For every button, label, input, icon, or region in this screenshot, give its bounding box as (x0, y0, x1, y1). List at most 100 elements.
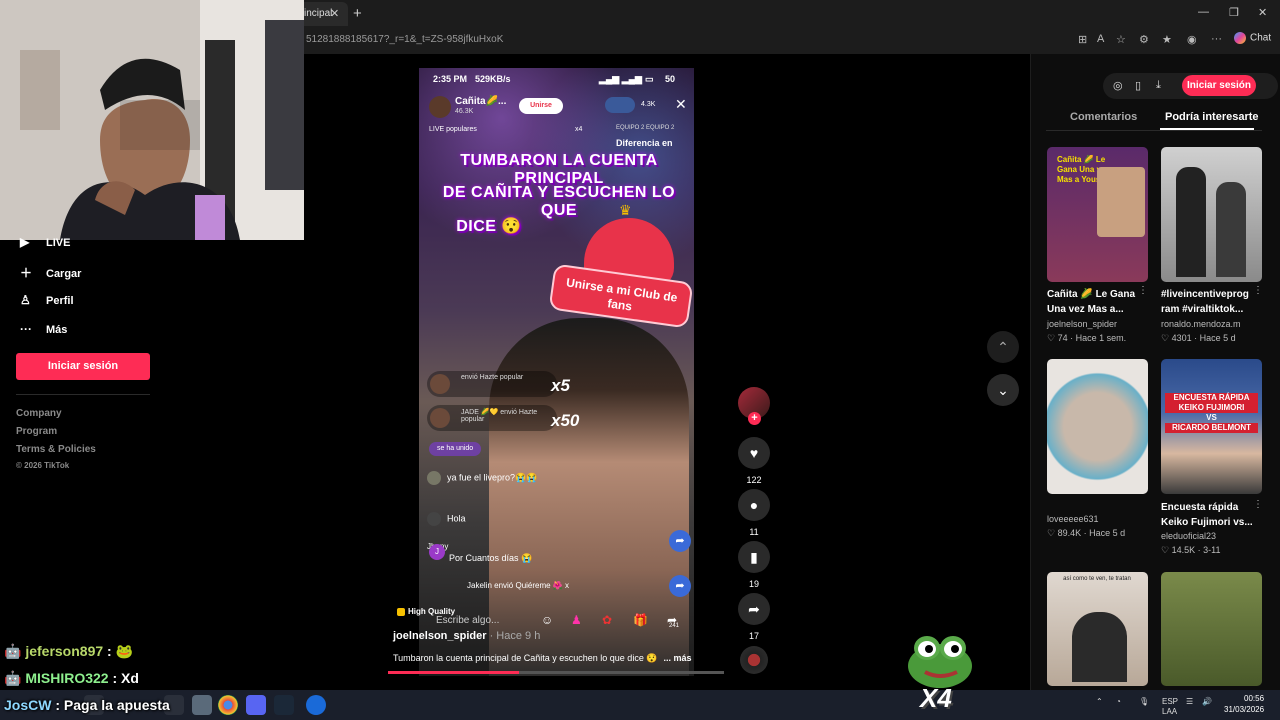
rec-stats: ♡ 4301 · Hace 5 d (1161, 333, 1236, 343)
lang-code: ESP (1162, 697, 1179, 706)
close-window-icon[interactable]: ✕ (1258, 6, 1267, 19)
rec-thumbnail[interactable]: así como te ven, te tratan (1047, 572, 1148, 686)
discord-icon[interactable] (246, 695, 266, 715)
rec-thumbnail[interactable] (1047, 359, 1148, 494)
pepe-emote-icon: 🐸 (115, 643, 134, 659)
join-button[interactable]: Unirse (519, 98, 563, 114)
overlay-title-line-3: DICE 😯 (456, 218, 522, 235)
menu-ellipsis-icon[interactable]: ··· (1211, 33, 1222, 45)
embed-icon[interactable]: ◎ (1113, 79, 1123, 92)
rec-thumbnail[interactable]: ENCUESTA RÁPIDA KEIKO FUJIMORI VS RICARD… (1161, 359, 1262, 494)
rec-author[interactable]: eleduoficial23 (1161, 531, 1216, 541)
copyright-text: © 2026 TikTok (16, 461, 70, 470)
tab-recommended[interactable]: Podría interesarte (1165, 111, 1259, 123)
language-indicator[interactable]: ESP LAA (1162, 697, 1178, 717)
volume-icon[interactable]: 🔊 (1202, 697, 1212, 706)
more-options-icon[interactable]: ⋮ (1253, 499, 1263, 510)
bookmark-icon: ▮ (738, 541, 770, 573)
sidebar-item-perfil[interactable]: ♙ Perfil (20, 293, 74, 307)
taskbar-app-icon[interactable] (192, 695, 212, 715)
chrome-icon[interactable] (218, 695, 238, 715)
stream-chat-line: 🤖 jeferson897 : 🐸 (4, 643, 134, 659)
thumb-text: así como te ven, te tratan (1063, 576, 1131, 582)
person-icon: ♙ (20, 293, 31, 307)
clock[interactable]: 00:56 31/03/2026 (1224, 693, 1264, 715)
footer-program-link[interactable]: Program (16, 426, 57, 437)
chat-text: Por Cuantos días 😭 (449, 553, 533, 563)
rec-author[interactable]: loveeeee631 (1047, 514, 1099, 524)
thumb-figure (1072, 612, 1127, 682)
thumb-figure (1176, 167, 1206, 277)
rec-thumbnail[interactable] (1161, 572, 1262, 686)
chat-message: ya fue el livepro?😭😭 (427, 471, 537, 485)
rec-author[interactable]: joelnelson_spider (1047, 319, 1117, 329)
author-name[interactable]: joelnelson_spider (393, 630, 487, 642)
rose-icon[interactable]: ✿ (602, 613, 612, 627)
chat-badge-icon: 🤖 (4, 643, 26, 659)
close-live-icon[interactable]: ✕ (675, 96, 687, 113)
sidebar-item-live[interactable]: ▶ LIVE (20, 235, 70, 249)
share-arrow-icon[interactable]: ➦ (669, 575, 691, 597)
share-button[interactable]: ➦ 17 (738, 593, 770, 641)
rec-title[interactable]: Encuesta rápida Keiko Fujimori vs... (1161, 500, 1255, 530)
next-video-arrow-icon[interactable]: ⌄ (987, 374, 1019, 406)
translate-icon[interactable]: A (1097, 33, 1104, 45)
live-popular-label: LIVE populares (429, 126, 477, 133)
music-disc-icon[interactable] (740, 646, 768, 674)
rec-thumbnail[interactable] (1161, 147, 1262, 282)
footer-company-link[interactable]: Company (16, 408, 62, 419)
comment-button[interactable]: ● 11 (738, 489, 770, 537)
steam-icon[interactable] (274, 695, 294, 715)
new-tab-icon[interactable]: + (353, 5, 362, 22)
copilot-chat-button[interactable]: Chat (1234, 32, 1271, 44)
tray-chevron-icon[interactable]: ⌃ (1096, 697, 1103, 706)
share-arrow-icon[interactable]: ➦ (669, 530, 691, 552)
minimize-icon[interactable]: — (1198, 6, 1209, 18)
more-link[interactable]: ... más (664, 653, 692, 663)
login-button[interactable]: Iniciar sesión (16, 353, 150, 380)
footer-terms-link[interactable]: Terms & Policies (16, 444, 96, 455)
url-field[interactable]: 51281888185617?_r=1&_t=ZS-958jfkuHxoK (306, 34, 503, 45)
download-icon[interactable]: ⤓ (1156, 79, 1161, 92)
favorite-star-icon[interactable]: ☆ (1116, 33, 1126, 46)
pepe-emote-icon (908, 636, 972, 688)
close-tab-icon[interactable]: ✕ (330, 7, 339, 20)
edge-icon[interactable] (306, 695, 326, 715)
sidebar-item-mas[interactable]: ··· Más (20, 322, 67, 336)
restore-icon[interactable]: ❐ (1229, 6, 1239, 19)
rec-author[interactable]: ronaldo.mendoza.m (1161, 319, 1241, 329)
overlay-title-line-2: DE CAÑITA Y ESCUCHEN LO QUE (442, 184, 676, 219)
favorites-icon[interactable]: ★ (1162, 33, 1172, 46)
more-options-icon[interactable]: ⋮ (1138, 285, 1148, 296)
users-icon[interactable]: ♟ (571, 613, 582, 627)
sidebar-item-cargar[interactable]: ＋ Cargar (20, 264, 81, 281)
login-button-top[interactable]: Iniciar sesión (1182, 75, 1256, 96)
video-author[interactable]: joelnelson_spider · Hace 9 h (393, 630, 540, 642)
extensions-icon[interactable]: ⚙ (1139, 33, 1149, 46)
viewer-count: 4.3K (641, 101, 656, 108)
follow-plus-icon[interactable]: + (748, 412, 761, 425)
mic-icon[interactable]: 🎙 (1139, 697, 1149, 706)
video-player[interactable]: 2:35 PM 529KB/s ▂▄▆ ▂▄▆ ▭ 50 Cañita🌽... … (419, 68, 694, 676)
emoji-icon[interactable]: ☺ (541, 613, 553, 627)
viewer-avatars (605, 97, 635, 113)
chat-text: Hola (447, 513, 466, 524)
tab-comments[interactable]: Comentarios (1070, 111, 1137, 123)
gift-icon[interactable]: 🎁 (633, 613, 648, 627)
phone-icon[interactable]: ▯ (1135, 79, 1141, 92)
like-button[interactable]: ♥ 122 (738, 437, 770, 485)
comment-input[interactable]: Escribe algo... (436, 615, 499, 626)
chat-user: JosCW (4, 697, 52, 713)
rec-time: Hace 5 d (1199, 333, 1236, 343)
more-options-icon[interactable]: ⋮ (1253, 285, 1263, 296)
previous-video-arrow-icon[interactable]: ⌃ (987, 331, 1019, 363)
profile-avatar[interactable]: ◉ (1187, 33, 1197, 46)
apps-icon[interactable]: ⊞ (1078, 33, 1087, 46)
rec-title[interactable]: Cañita 🌽 Le Gana Una vez Mas a... (1047, 287, 1141, 317)
network-wifi-icon[interactable]: ☰ (1186, 697, 1193, 706)
rec-title[interactable]: #liveincentiveprog ram #viraltiktok... (1161, 287, 1255, 317)
network-icon[interactable]: ◔ (1116, 697, 1121, 706)
save-button[interactable]: ▮ 19 (738, 541, 770, 589)
rec-thumbnail[interactable]: Cañita 🌽 Le Gana Una vez Mas a Yousia (1047, 147, 1148, 282)
gift-count: x5 (551, 376, 570, 395)
